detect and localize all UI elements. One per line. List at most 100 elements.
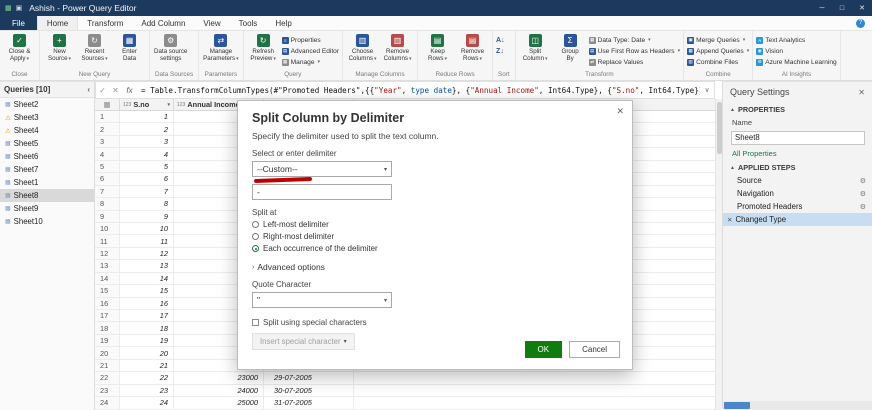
ribbon-button-group-by[interactable]: ΣGroup By — [554, 33, 587, 62]
applied-steps-header[interactable]: ▲ APPLIED STEPS — [723, 159, 872, 174]
ribbon-button-text-analytics[interactable]: AText Analytics — [756, 35, 836, 45]
row-number[interactable]: 21 — [95, 360, 120, 371]
ok-button[interactable]: OK — [525, 341, 563, 358]
tab-file[interactable]: File — [0, 16, 37, 30]
close-settings-icon[interactable]: ✕ — [858, 88, 865, 97]
cell-sno[interactable]: 16 — [120, 298, 174, 309]
row-number[interactable]: 11 — [95, 235, 120, 246]
cell-sno[interactable]: 24 — [120, 397, 174, 408]
custom-delimiter-input[interactable] — [252, 184, 392, 200]
ribbon-button-choose-columns[interactable]: ▥Choose Columns▾ — [346, 33, 379, 63]
row-number[interactable]: 6 — [95, 173, 120, 184]
query-item-sheet5[interactable]: ▦Sheet5 — [0, 137, 94, 150]
cell-sno[interactable]: 8 — [120, 198, 174, 209]
ribbon-button-replace-values[interactable]: ⇄Replace Values — [589, 57, 680, 67]
query-item-sheet3[interactable]: ⚠Sheet3 — [0, 111, 94, 124]
row-number[interactable]: 18 — [95, 322, 120, 333]
cell-sno[interactable]: 5 — [120, 161, 174, 172]
radio-each-occurrence-of-the-delimiter[interactable]: Each occurrence of the delimiter — [252, 244, 618, 253]
query-item-sheet1[interactable]: ▦Sheet1 — [0, 176, 94, 189]
ribbon-button-data-source-settings[interactable]: ⚙Data source settings — [153, 33, 188, 62]
ribbon-button-recent-sources[interactable]: ↻Recent Sources▾ — [78, 33, 111, 63]
cell-year[interactable]: 30-07-2005 — [264, 385, 354, 396]
ribbon-button-combine-files[interactable]: ▥Combine Files — [687, 57, 749, 67]
row-number[interactable]: 8 — [95, 198, 120, 209]
cell-sno[interactable]: 22 — [120, 372, 174, 383]
delete-step-icon[interactable]: ✕ — [727, 216, 732, 224]
quote-character-select[interactable]: " ▾ — [252, 292, 392, 308]
row-number[interactable]: 5 — [95, 161, 120, 172]
cell-sno[interactable]: 7 — [120, 186, 174, 197]
cell-sno[interactable]: 14 — [120, 273, 174, 284]
collapse-queries-icon[interactable]: ‹ — [87, 85, 90, 94]
ribbon-button-manage-parameters[interactable]: ⇄Manage Parameters▾ — [202, 33, 240, 63]
gear-icon[interactable]: ⚙ — [860, 190, 866, 198]
ribbon-button-manage[interactable]: ▦Manage▾ — [282, 57, 339, 67]
cell-sno[interactable]: 12 — [120, 248, 174, 259]
row-number[interactable]: 2 — [95, 123, 120, 134]
ribbon-button-enter-data[interactable]: ▦Enter Data — [113, 33, 146, 62]
ribbon-button-properties[interactable]: ≡Properties — [282, 35, 339, 45]
column-header-s-no[interactable]: 123S.no▾ — [120, 99, 174, 110]
cell-sno[interactable]: 9 — [120, 211, 174, 222]
query-item-sheet8[interactable]: ▦Sheet8 — [0, 189, 94, 202]
ribbon-button-keep-rows[interactable]: ▤Keep Rows▾ — [421, 33, 454, 63]
query-item-sheet7[interactable]: ▦Sheet7 — [0, 163, 94, 176]
delimiter-select[interactable]: --Custom-- ▾ — [252, 161, 392, 177]
row-number[interactable]: 16 — [95, 298, 120, 309]
applied-step-navigation[interactable]: Navigation⚙ — [723, 187, 872, 200]
cell-sno[interactable]: 6 — [120, 173, 174, 184]
cancel-button[interactable]: Cancel — [569, 341, 620, 358]
applied-step-changed-type[interactable]: ✕Changed Type — [723, 213, 872, 226]
cell-sno[interactable]: 2 — [120, 123, 174, 134]
row-number[interactable]: 20 — [95, 347, 120, 358]
help-icon[interactable]: ? — [856, 19, 865, 28]
row-number[interactable]: 1 — [95, 111, 120, 122]
ribbon-button-split-column[interactable]: ◫Split Column▾ — [519, 33, 552, 63]
row-number[interactable]: 3 — [95, 136, 120, 147]
grid-vertical-scrollbar[interactable] — [715, 99, 722, 410]
tab-home[interactable]: Home — [37, 16, 78, 30]
row-number[interactable]: 19 — [95, 335, 120, 346]
cell-income[interactable]: 24000 — [174, 385, 264, 396]
row-number[interactable]: 4 — [95, 148, 120, 159]
query-item-sheet4[interactable]: ⚠Sheet4 — [0, 124, 94, 137]
ribbon-button-use-first-row-as-headers[interactable]: ▤Use First Row as Headers▾ — [589, 46, 680, 56]
gear-icon[interactable]: ⚙ — [860, 203, 866, 211]
ribbon-button-azure-machine-learning[interactable]: ⚙Azure Machine Learning — [756, 57, 836, 67]
cell-sno[interactable]: 20 — [120, 347, 174, 358]
tab-tools[interactable]: Tools — [230, 16, 267, 30]
close-button[interactable]: ✕ — [852, 0, 872, 16]
cell-sno[interactable]: 3 — [120, 136, 174, 147]
discard-icon[interactable]: ✕ — [109, 86, 122, 95]
cell-sno[interactable]: 11 — [120, 235, 174, 246]
cell-year[interactable]: 29-07-2005 — [264, 372, 354, 383]
query-item-sheet6[interactable]: ▦Sheet6 — [0, 150, 94, 163]
cell-sno[interactable]: 1 — [120, 111, 174, 122]
cell-sno[interactable]: 19 — [120, 335, 174, 346]
cell-sno[interactable]: 17 — [120, 310, 174, 321]
gear-icon[interactable]: ⚙ — [860, 177, 866, 185]
dialog-close-icon[interactable]: ✕ — [616, 106, 624, 117]
query-item-sheet10[interactable]: ▦Sheet10 — [0, 215, 94, 228]
cell-year[interactable]: 31-07-2005 — [264, 397, 354, 408]
tab-view[interactable]: View — [194, 16, 229, 30]
row-number[interactable]: 15 — [95, 285, 120, 296]
query-name-input[interactable] — [731, 131, 865, 145]
ribbon-button-remove-columns[interactable]: ▥Remove Columns▾ — [381, 33, 414, 63]
cell-sno[interactable]: 4 — [120, 148, 174, 159]
filter-icon[interactable]: ▾ — [167, 102, 170, 108]
row-number[interactable]: 9 — [95, 211, 120, 222]
ribbon-button-merge-queries[interactable]: ▣Merge Queries▾ — [687, 35, 749, 45]
tab-add-column[interactable]: Add Column — [132, 16, 194, 30]
ribbon-button-advanced-editor[interactable]: ▤Advanced Editor — [282, 46, 339, 56]
applied-step-promoted-headers[interactable]: Promoted Headers⚙ — [723, 200, 872, 213]
tab-transform[interactable]: Transform — [78, 16, 132, 30]
row-number[interactable]: 22 — [95, 372, 120, 383]
settings-horizontal-scrollbar[interactable] — [723, 401, 872, 410]
radio-left-most-delimiter[interactable]: Left-most delimiter — [252, 220, 618, 229]
row-number[interactable]: 14 — [95, 273, 120, 284]
row-number[interactable]: 7 — [95, 186, 120, 197]
cell-sno[interactable]: 15 — [120, 285, 174, 296]
ribbon-button-new-source[interactable]: +New Source▾ — [43, 33, 76, 63]
